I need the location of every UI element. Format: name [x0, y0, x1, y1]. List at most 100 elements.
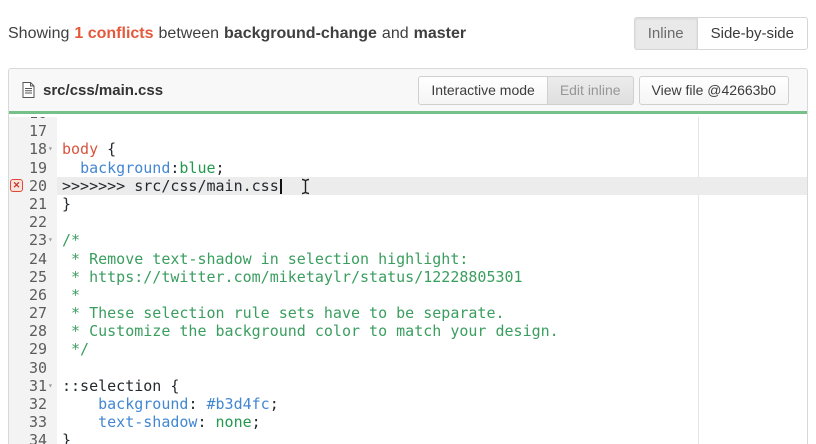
summary-prefix: Showing — [8, 25, 69, 43]
summary-between: between — [159, 25, 220, 43]
inline-view-button[interactable]: Inline — [634, 17, 697, 50]
code-cell[interactable]: background: #b3d4fc; — [57, 395, 807, 413]
code-line: ✕20 >>>>>>> src/css/main.css — [9, 177, 807, 195]
gutter-cell: 30 — [9, 359, 57, 377]
code-cell[interactable]: background:blue; — [57, 159, 807, 177]
gutter-cell: 17 — [9, 122, 57, 140]
code-token: text-shadow — [98, 413, 197, 431]
code-cell[interactable]: } — [57, 195, 807, 213]
code-cell[interactable] — [57, 122, 807, 140]
line-number: 18 — [9, 140, 47, 158]
line-number: 26 — [9, 286, 47, 304]
line-number: 17 — [9, 122, 47, 140]
code-token: background — [98, 395, 188, 413]
code-cell[interactable]: text-shadow: none; — [57, 413, 807, 431]
conflict-count: 1 conflicts — [74, 25, 153, 43]
fold-arrow-icon[interactable]: ▾ — [48, 140, 57, 158]
code-token: body — [62, 140, 98, 158]
code-token — [62, 395, 98, 413]
line-number: 33 — [9, 413, 47, 431]
fold-arrow-icon[interactable]: ▾ — [48, 231, 57, 249]
code-line: 22 — [9, 213, 807, 231]
code-cell[interactable]: >>>>>>> src/css/main.css — [57, 177, 807, 195]
code-line: 19 background:blue; — [9, 159, 807, 177]
code-cell[interactable]: body { — [57, 140, 807, 158]
line-number: 34 — [9, 431, 47, 444]
line-number: 30 — [9, 359, 47, 377]
code-line: 28 * Customize the background color to m… — [9, 322, 807, 340]
code-cell[interactable]: * Customize the background color to matc… — [57, 322, 807, 340]
code-cell[interactable]: */ — [57, 340, 807, 358]
text-caret — [280, 179, 282, 194]
code-cell[interactable]: * Remove text-shadow in selection highli… — [57, 250, 807, 268]
code-line: 31▾::selection { — [9, 377, 807, 395]
code-token: * Remove text-shadow in selection highli… — [62, 250, 468, 268]
line-number: 22 — [9, 213, 47, 231]
code-token — [62, 159, 80, 177]
file-actions: Interactive mode Edit inline View file @… — [418, 76, 789, 105]
code-token: * These selection rule sets have to be s… — [62, 304, 505, 322]
code-token: } — [62, 431, 71, 444]
conflict-x-icon: ✕ — [10, 179, 23, 192]
code-token: * — [62, 286, 80, 304]
gutter-cell: 18▾ — [9, 140, 57, 158]
code-line: 30 — [9, 359, 807, 377]
line-number: 23 — [9, 231, 47, 249]
line-number: 27 — [9, 304, 47, 322]
code-line: 29 */ — [9, 340, 807, 358]
line-number: 19 — [9, 159, 47, 177]
interactive-mode-button[interactable]: Interactive mode — [418, 76, 548, 105]
code-token: { — [161, 377, 179, 395]
file-panel: src/css/main.css Interactive mode Edit i… — [8, 68, 808, 444]
view-file-button[interactable]: View file @42663b0 — [639, 76, 789, 105]
gutter-cell: 33 — [9, 413, 57, 431]
code-token: */ — [62, 340, 89, 358]
edit-mode-button-group: Interactive mode Edit inline — [418, 76, 633, 105]
gutter-cell: 23▾ — [9, 231, 57, 249]
code-line: 33 text-shadow: none; — [9, 413, 807, 431]
top-bar: Showing 1 conflicts between background-c… — [0, 0, 816, 68]
fold-arrow-icon[interactable]: ▾ — [48, 377, 57, 395]
code-cell[interactable] — [57, 213, 807, 231]
line-number: 21 — [9, 195, 47, 213]
code-token: /* — [62, 231, 80, 249]
code-token: : — [197, 413, 215, 431]
code-cell[interactable]: * These selection rule sets have to be s… — [57, 304, 807, 322]
gutter-cell: 24 — [9, 250, 57, 268]
code-cell[interactable] — [57, 359, 807, 377]
file-header: src/css/main.css Interactive mode Edit i… — [9, 69, 807, 114]
line-number: 32 — [9, 395, 47, 413]
conflict-summary: Showing 1 conflicts between background-c… — [8, 25, 466, 43]
code-token: * Customize the background color to matc… — [62, 322, 559, 340]
gutter-cell: 26 — [9, 286, 57, 304]
gutter-cell: 29 — [9, 340, 57, 358]
code-cell[interactable]: * https://twitter.com/miketaylr/status/1… — [57, 268, 807, 286]
code-line: 23▾ /* — [9, 231, 807, 249]
line-number: 25 — [9, 268, 47, 286]
edit-inline-button[interactable]: Edit inline — [547, 76, 634, 105]
code-token — [62, 413, 98, 431]
code-cell[interactable]: /* — [57, 231, 807, 249]
code-token: blue — [179, 159, 215, 177]
gutter-cell: 28 — [9, 322, 57, 340]
gutter-cell: 34 — [9, 431, 57, 444]
code-token: * https://twitter.com/miketaylr/status/1… — [62, 268, 523, 286]
code-token: >>>>>>> src/css/main.css — [62, 177, 279, 195]
line-number: 29 — [9, 340, 47, 358]
code-editor[interactable]: 161718▾body {19 background:blue;✕20>>>>>… — [9, 117, 807, 444]
code-cell[interactable]: ::selection { — [57, 377, 807, 395]
code-token: } — [62, 195, 71, 213]
code-token: { — [98, 140, 116, 158]
code-line: 32 background: #b3d4fc; — [9, 395, 807, 413]
side-by-side-view-button[interactable]: Side-by-side — [697, 17, 808, 50]
code-token: ; — [252, 413, 261, 431]
code-line: 17 — [9, 122, 807, 140]
code-cell[interactable]: } — [57, 431, 807, 444]
line-number: 28 — [9, 322, 47, 340]
file-icon — [22, 82, 35, 98]
line-number: 31 — [9, 377, 47, 395]
gutter-cell: ✕20 — [9, 177, 57, 195]
code-line: 24 * Remove text-shadow in selection hig… — [9, 250, 807, 268]
code-cell[interactable]: * — [57, 286, 807, 304]
code-line: 34} — [9, 431, 807, 444]
